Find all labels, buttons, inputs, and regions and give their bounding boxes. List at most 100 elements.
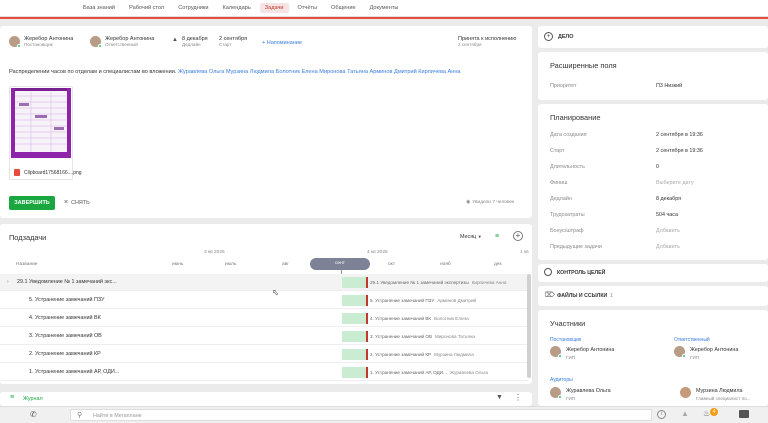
gantt-scrollbar[interactable] <box>527 274 531 378</box>
nav-item[interactable]: Календарь <box>218 3 256 13</box>
subtask-bar-label: 1. Устранение замечаний АР, ОДИ... Журавл… <box>370 369 488 375</box>
participant-author-avatar[interactable] <box>550 346 562 358</box>
subtask-bar[interactable] <box>342 295 367 306</box>
fire-icon[interactable]: ▲ <box>681 409 689 418</box>
subtask-bar[interactable] <box>342 349 367 360</box>
plan-value[interactable]: Добавить <box>656 228 680 234</box>
attachment-thumbnail[interactable] <box>11 88 71 158</box>
deadline-label: Дедлайн <box>182 42 201 47</box>
subtask-assignee[interactable]: Мурзина Людмила <box>434 352 474 357</box>
subtask-bar[interactable] <box>342 313 367 324</box>
subtask-bar-deadline <box>366 295 368 306</box>
accent-line <box>0 17 768 19</box>
auditor2-name[interactable]: Мурзина Людмила <box>696 388 743 394</box>
subtask-row[interactable]: 5. Устранение замечаний ПЗУ 5. Устранение… <box>0 292 528 309</box>
auditor1-pos: ГИП <box>566 396 576 401</box>
subtask-assignee[interactable]: Миронова Татьяна <box>435 334 475 339</box>
subtask-row[interactable]: 2. Устранение замечаний КР 2. Устранение … <box>0 346 528 363</box>
auditor1-avatar[interactable] <box>550 387 562 399</box>
subtask-row[interactable]: 1. Устранение замечаний АР, ОДИ... 1. Уст… <box>0 364 528 381</box>
plan-value[interactable]: Выберите дату <box>656 180 694 186</box>
remove-button[interactable]: × СНЯТЬ <box>64 199 90 206</box>
plan-value[interactable]: 504 часа <box>656 212 678 218</box>
global-search[interactable]: ⚲ Найти в Мегаплане <box>70 409 652 421</box>
task-card: Жеребор Антонина Постановщик Жеребор Ант… <box>0 26 532 218</box>
start-block[interactable]: 2 сентября Старт <box>219 36 247 47</box>
case-card[interactable]: + ДЕЛО <box>538 26 768 48</box>
nav-item[interactable]: Документы <box>365 3 404 13</box>
nav-item[interactable]: Рабочий стол <box>124 3 169 13</box>
priority-value[interactable]: П3 Низкий <box>656 83 682 89</box>
subtask-bar[interactable] <box>342 277 367 288</box>
plan-value[interactable]: 2 сентября в 19:36 <box>656 148 703 154</box>
subtask-row[interactable]: 3. Устранение замечаний ОВ 3. Устранение … <box>0 328 528 345</box>
author-avatar[interactable] <box>9 36 21 48</box>
info-icon[interactable]: i <box>657 410 666 419</box>
subtask-bar-label: 3. Устранение замечаний ОВ Миронова Татья… <box>370 333 475 339</box>
subtask-name[interactable]: 29.1 Уведомление № 1 замечаний экс... <box>17 279 117 285</box>
phone-icon[interactable]: ✆ <box>30 410 37 419</box>
attachment-name[interactable]: Clipboard17568166....png <box>24 170 82 176</box>
description-text: Распределении часов по отделам и специал… <box>9 69 177 75</box>
more-icon[interactable]: ⋮ <box>514 393 522 402</box>
month-sep-current: сент <box>310 258 370 270</box>
subtask-name[interactable]: 3. Устранение замечаний ОВ <box>29 333 102 339</box>
subtask-bar[interactable] <box>342 331 367 342</box>
column-name-header: Название <box>16 262 38 267</box>
expand-icon[interactable]: › <box>7 279 9 285</box>
deadline-block[interactable]: ▲ 8 декабря Дедлайн <box>172 36 208 47</box>
subtask-assignee[interactable]: Болотник Елена <box>434 316 469 321</box>
plan-value[interactable]: 8 декабря <box>656 196 681 202</box>
subtask-assignee[interactable]: Арминов Дмитрий <box>437 298 476 303</box>
notification-badge: 4 <box>710 408 718 416</box>
auditor1-name[interactable]: Журавлева Ольга <box>566 388 611 394</box>
subtask-name[interactable]: 4. Устранение замечаний ВК <box>29 315 101 321</box>
seen-counter[interactable]: ◉ Увидели 7 человек <box>466 200 514 205</box>
gantt-icon[interactable]: ≡ <box>495 233 499 240</box>
plan-value[interactable]: Добавить <box>656 244 680 250</box>
attachment-card[interactable]: Clipboard17568166....png <box>9 86 82 180</box>
nav-item[interactable]: База знаний <box>78 3 120 13</box>
add-subtask-icon[interactable]: + <box>513 231 523 241</box>
auditor2-avatar[interactable] <box>680 387 691 398</box>
goals-card[interactable]: КОНТРОЛЬ ЦЕЛЕЙ <box>538 264 768 282</box>
assignee-avatar[interactable] <box>90 36 102 48</box>
month-dec: дек <box>494 262 502 267</box>
priority-label: Приоритет <box>550 83 577 89</box>
subtask-bar-deadline <box>366 367 368 378</box>
journal-tab[interactable]: Журнал <box>23 396 43 402</box>
filter-icon[interactable]: ▼ <box>496 394 503 401</box>
files-card[interactable]: ⌦ ФАЙЛЫ И ССЫЛКИ 1 <box>538 286 768 306</box>
nav-item[interactable]: Задачи <box>259 3 289 13</box>
participant-resp-name[interactable]: Жеребор Антонина <box>690 347 738 353</box>
nav-item[interactable]: Общение <box>326 3 361 13</box>
month-nov: нояб <box>440 262 451 267</box>
plan-value[interactable]: 2 сентября в 19:36 <box>656 132 703 138</box>
search-placeholder: Найти в Мегаплане <box>93 412 142 419</box>
complete-button[interactable]: ЗАВЕРШИТЬ <box>9 196 55 210</box>
subtask-name[interactable]: 1. Устранение замечаний АР, ОДИ... <box>29 369 119 375</box>
nav-item[interactable]: Отчёты <box>293 3 323 13</box>
mentions-links[interactable]: Журавлева Ольга Мурзина Людмила Болотник… <box>178 69 461 75</box>
cursor-icon: ⬁ <box>272 288 279 297</box>
subtask-name[interactable]: 5. Устранение замечаний ПЗУ <box>29 297 104 303</box>
subtasks-title: Подзадачи <box>9 233 47 242</box>
chevron-down-icon: ▼ <box>477 234 482 239</box>
status-block[interactable]: Принята к исполнению 2 сентября <box>458 36 516 47</box>
subtask-assignee[interactable]: Журавлева Ольга <box>450 370 488 375</box>
plan-value[interactable]: 0 <box>656 164 659 170</box>
nav-item[interactable]: Сотрудники <box>173 3 213 13</box>
participant-author-name[interactable]: Жеребор Антонина <box>566 347 614 353</box>
subtask-row[interactable]: 4. Устранение замечаний ВК 4. Устранение … <box>0 310 528 327</box>
add-reminder-link[interactable]: + Напоминание <box>262 40 302 46</box>
participant-resp-avatar[interactable] <box>674 346 686 358</box>
author-label: Постановщик <box>550 337 582 343</box>
journal-icon: ≡ <box>10 394 15 401</box>
subtask-name[interactable]: 2. Устранение замечаний КР <box>29 351 101 357</box>
seen-text: Увидели 7 человек <box>472 200 515 205</box>
chat-icon[interactable] <box>739 410 749 418</box>
subtask-assignee[interactable]: Кирпичева Анна <box>472 280 507 285</box>
subtask-bar[interactable] <box>342 367 367 378</box>
scale-select[interactable]: Месяц ▼ <box>460 234 482 240</box>
subtask-row[interactable]: › 29.1 Уведомление № 1 замечаний экс... 29… <box>0 274 528 291</box>
